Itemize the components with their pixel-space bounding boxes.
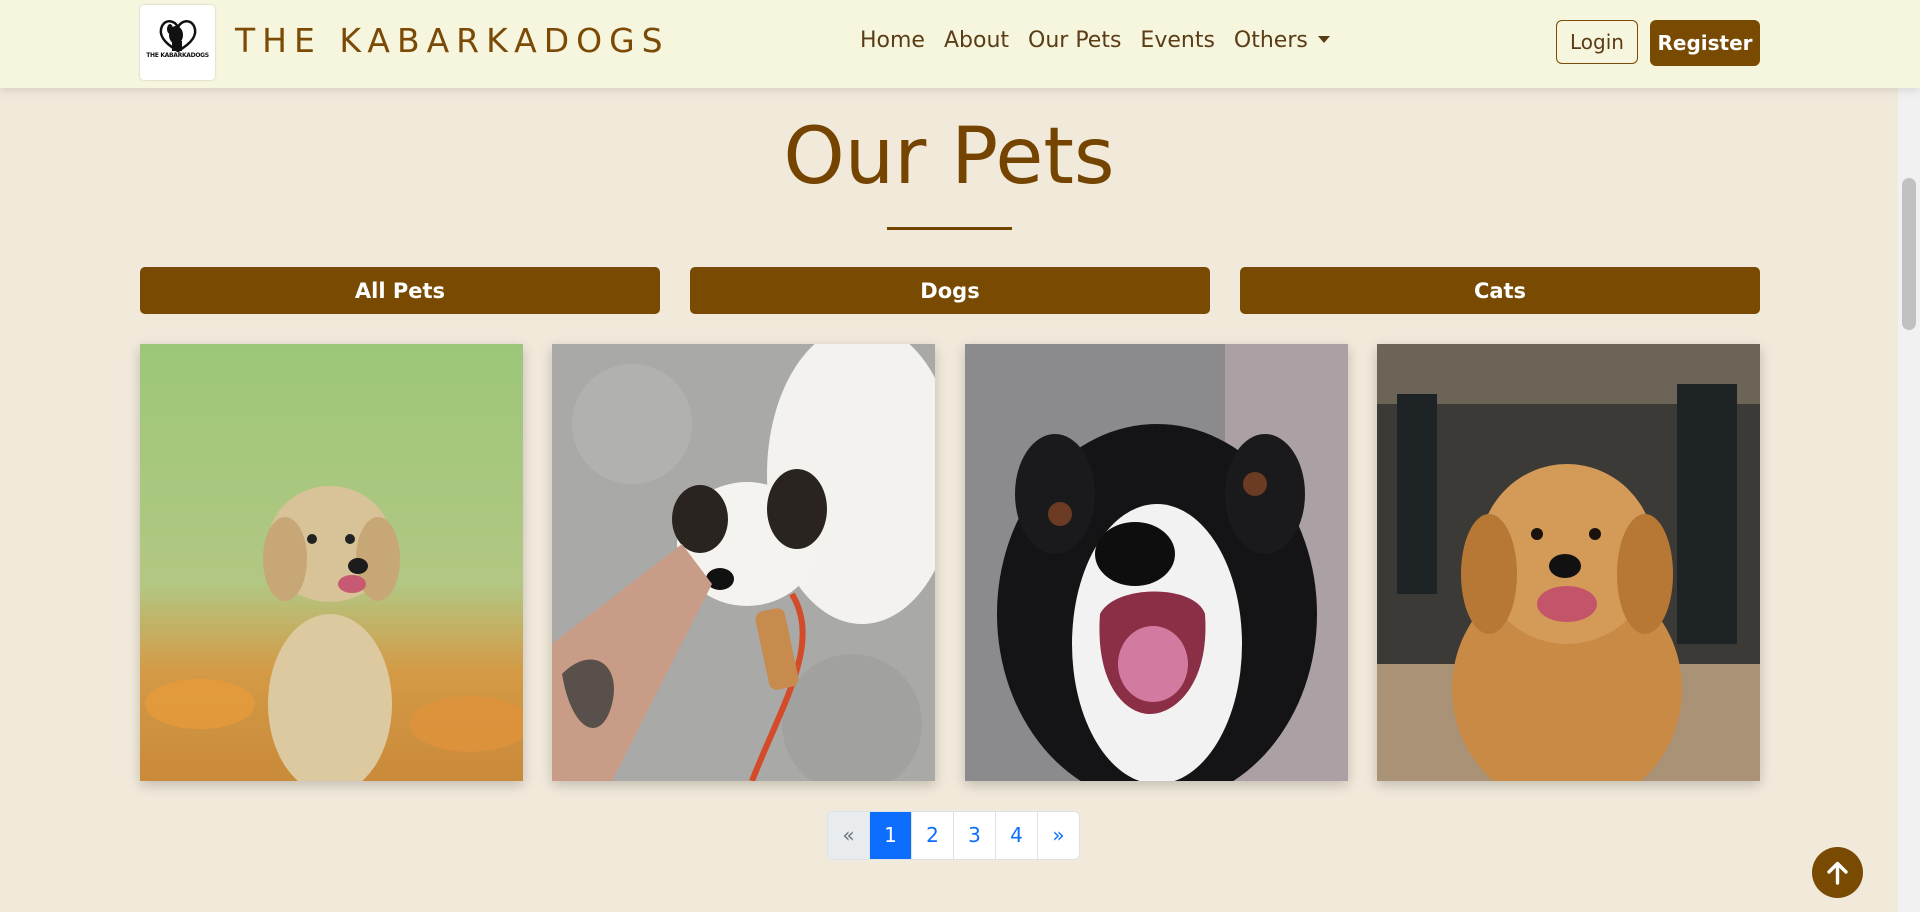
nav-others-dropdown[interactable]: Others bbox=[1234, 28, 1330, 53]
pagination-page-1[interactable]: 1 bbox=[870, 812, 912, 859]
title-divider bbox=[887, 227, 1012, 230]
nav-others-label: Others bbox=[1233, 28, 1308, 53]
pet-photo bbox=[140, 344, 523, 781]
nav-home[interactable]: Home bbox=[860, 28, 925, 53]
arrow-up-icon bbox=[1827, 861, 1848, 885]
pet-photo bbox=[1377, 344, 1760, 781]
pagination: « 1 2 3 4 » bbox=[827, 811, 1080, 860]
pagination-next[interactable]: » bbox=[1038, 812, 1079, 859]
logo-text: THE KABARKADOGS bbox=[146, 52, 209, 59]
register-button[interactable]: Register bbox=[1650, 20, 1760, 66]
scrollbar-thumb[interactable] bbox=[1902, 178, 1916, 330]
pagination-page-4[interactable]: 4 bbox=[996, 812, 1038, 859]
nav-our-pets[interactable]: Our Pets bbox=[1028, 28, 1121, 53]
dog-logo-icon bbox=[159, 20, 197, 53]
login-button[interactable]: Login bbox=[1556, 20, 1638, 64]
brand-name[interactable]: THE KABARKADOGS bbox=[235, 21, 670, 60]
pet-photo bbox=[552, 344, 935, 781]
nav-events[interactable]: Events bbox=[1140, 28, 1215, 53]
nav-about[interactable]: About bbox=[944, 28, 1009, 53]
pagination-page-2[interactable]: 2 bbox=[912, 812, 954, 859]
pet-card[interactable] bbox=[1377, 344, 1760, 781]
nav-menu: Home About Our Pets Events Others bbox=[860, 28, 1330, 53]
filter-dogs-button[interactable]: Dogs bbox=[690, 267, 1210, 314]
logo[interactable]: THE KABARKADOGS bbox=[140, 5, 215, 80]
pet-card[interactable] bbox=[552, 344, 935, 781]
pagination-prev[interactable]: « bbox=[828, 812, 870, 859]
page-title: Our Pets bbox=[783, 112, 1115, 202]
filter-cats-button[interactable]: Cats bbox=[1240, 267, 1760, 314]
pet-card[interactable] bbox=[965, 344, 1348, 781]
back-to-top-button[interactable] bbox=[1812, 847, 1863, 898]
scrollbar-track[interactable] bbox=[1898, 0, 1920, 912]
pet-card[interactable] bbox=[140, 344, 523, 781]
pet-photo bbox=[965, 344, 1348, 781]
navbar: THE KABARKADOGS THE KABARKADOGS Home Abo… bbox=[0, 0, 1920, 88]
caret-down-icon bbox=[1317, 36, 1330, 43]
filter-all-pets-button[interactable]: All Pets bbox=[140, 267, 660, 314]
pagination-page-3[interactable]: 3 bbox=[954, 812, 996, 859]
